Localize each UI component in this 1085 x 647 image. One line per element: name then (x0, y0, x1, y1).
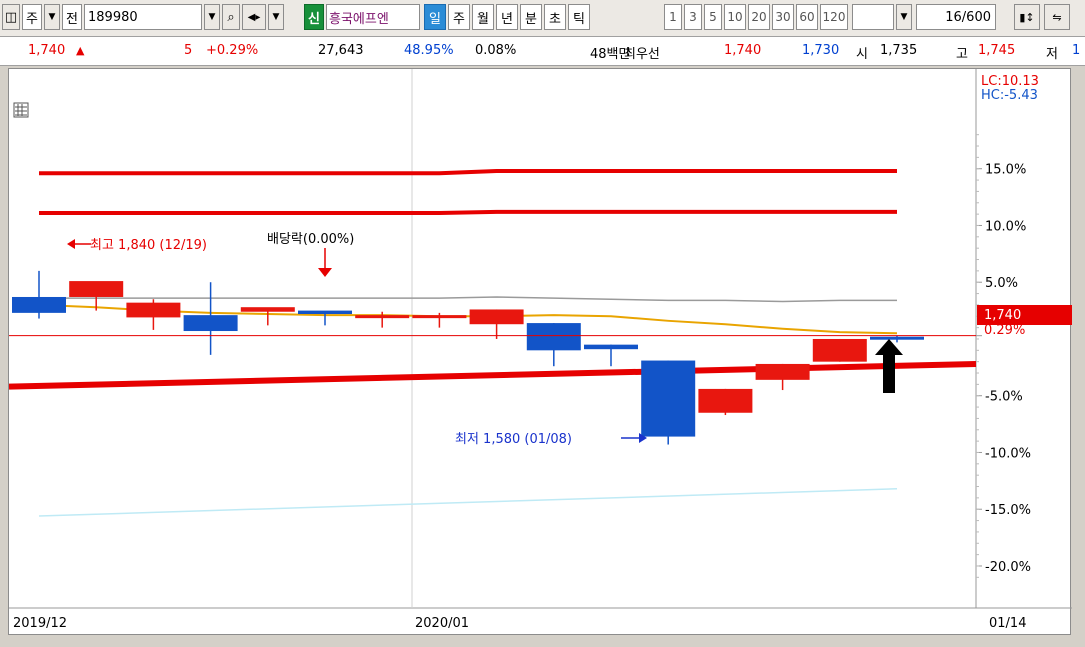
gray-ma-line (39, 296, 897, 303)
volume-ratio: 48.95% (404, 43, 454, 58)
interval-10[interactable]: 10 (724, 4, 746, 30)
x-label-2020-01: 2020/01 (415, 616, 469, 631)
open-label: 시 (856, 47, 868, 62)
crosshair-icon[interactable]: ▮↕ (1014, 4, 1040, 30)
lower-band-line (38, 488, 898, 517)
interval-30[interactable]: 30 (772, 4, 794, 30)
interval-120[interactable]: 120 (820, 4, 848, 30)
stock-code-input[interactable]: 189980 (84, 4, 202, 30)
y-tick-label: 15.0% (985, 163, 1026, 178)
candle-body (755, 363, 810, 380)
upper-band-2-line (39, 209, 897, 215)
high-annotation: 최고 1,840 (12/19) (90, 238, 207, 253)
tab-period-tick[interactable]: 틱 (568, 4, 590, 30)
current-price-label: 1,740 (984, 308, 1021, 323)
price-change-pct: +0.29% (206, 43, 259, 58)
prev-label[interactable]: 전 (62, 4, 82, 30)
speaker-icon[interactable]: ◀▸ (242, 4, 266, 30)
interval-dropdown-icon[interactable]: ▼ (896, 4, 912, 30)
open-price: 1,735 (880, 43, 918, 58)
best-ask: 1,740 (724, 43, 762, 58)
candle-body (240, 307, 295, 312)
candle-body (469, 309, 524, 325)
hc-label: HC:-5.43 (981, 88, 1038, 103)
low-annotation: 최저 1,580 (01/08) (455, 432, 572, 447)
tab-period-year[interactable]: 년 (496, 4, 518, 30)
candle-body (812, 338, 867, 362)
lc-label: LC:10.13 (981, 74, 1039, 89)
high-label: 고 (956, 47, 968, 62)
tab-period-day[interactable]: 일 (424, 4, 446, 30)
candlestick-chart[interactable]: 15.0% 10.0% 5.0% -5.0% -10.0% -15.0% -20.0% 최고… (9, 69, 1072, 636)
high-price: 1,745 (978, 43, 1016, 58)
high-annotation-arrow-icon (67, 239, 75, 249)
current-price: 1,740 (28, 43, 66, 58)
tab-period-second[interactable]: 초 (544, 4, 566, 30)
custom-interval-input[interactable] (852, 4, 894, 30)
code-dropdown-icon[interactable]: ▼ (204, 4, 220, 30)
chart-area[interactable]: 15.0% 10.0% 5.0% -5.0% -10.0% -15.0% -20.0% 최고… (8, 68, 1072, 636)
low-price: 1 (1072, 43, 1081, 58)
candle-body (183, 315, 238, 332)
new-badge: 신 (304, 4, 324, 30)
chevron-down-icon[interactable]: ▼ (44, 4, 60, 30)
chart-toolbar: ◫ 주 ▼ 전 189980 ▼ ⌕ ◀▸ ▼ 신 흥국에프엔 일 주 월 년 … (0, 0, 1085, 36)
price-change: 5 (184, 43, 193, 58)
candle-body (526, 323, 581, 351)
y-tick-label: -5.0% (985, 390, 1023, 405)
trend-line (9, 360, 977, 390)
candle-body (412, 315, 467, 319)
candle-count-total: /600 (961, 9, 991, 25)
best-quote-label: 최우선 (624, 47, 660, 62)
candle-body (355, 315, 410, 319)
candle-count-value: 16 (945, 9, 962, 25)
candle-body (12, 296, 66, 313)
candle-body (298, 310, 352, 315)
upper-band-1-line (39, 168, 897, 176)
candle-body (126, 302, 181, 318)
dividend-marker-icon (318, 268, 332, 277)
tab-period-minute[interactable]: 분 (520, 4, 542, 30)
y-tick-label: -20.0% (985, 560, 1031, 575)
x-label-2019-12: 2019/12 (13, 616, 67, 631)
stock-name: 흥국에프엔 (326, 4, 420, 30)
candle-body (698, 388, 753, 413)
quote-bar: 1,740 ▲ 5 +0.29% 27,643 48.95% 0.08% 48백… (0, 36, 1085, 66)
best-bid: 1,730 (802, 43, 840, 58)
list-dropdown-icon[interactable]: ▼ (268, 4, 284, 30)
y-tick-label: -10.0% (985, 446, 1031, 461)
tab-period-month[interactable]: 월 (472, 4, 494, 30)
turnover-rate: 0.08% (475, 43, 517, 58)
candle-body (870, 336, 924, 340)
search-icon[interactable]: ⌕ (222, 4, 240, 30)
current-pct-label: 0.29% (984, 323, 1025, 338)
interval-5[interactable]: 5 (704, 4, 722, 30)
up-arrow-icon: ▲ (76, 44, 85, 57)
candle-body (69, 281, 124, 297)
low-label: 저 (1046, 47, 1058, 62)
candle-body (641, 360, 696, 437)
interval-3[interactable]: 3 (684, 4, 702, 30)
y-tick-label: 10.0% (985, 219, 1026, 234)
window-icon[interactable]: ◫ (2, 4, 20, 30)
y-tick-label: 5.0% (985, 276, 1018, 291)
dividend-annotation: 배당락(0.00%) (267, 232, 354, 247)
candle-count-field[interactable]: 16/600 (916, 4, 996, 30)
current-date-label: 01/14 (989, 616, 1026, 631)
interval-20[interactable]: 20 (748, 4, 770, 30)
interval-60[interactable]: 60 (796, 4, 818, 30)
market-type-label[interactable]: 주 (22, 4, 42, 30)
tab-period-week[interactable]: 주 (448, 4, 470, 30)
interval-1[interactable]: 1 (664, 4, 682, 30)
candle-body (584, 344, 638, 350)
chart-tool-icon[interactable]: ⇋ (1044, 4, 1070, 30)
volume: 27,643 (318, 43, 364, 58)
y-tick-label: -15.0% (985, 503, 1031, 518)
